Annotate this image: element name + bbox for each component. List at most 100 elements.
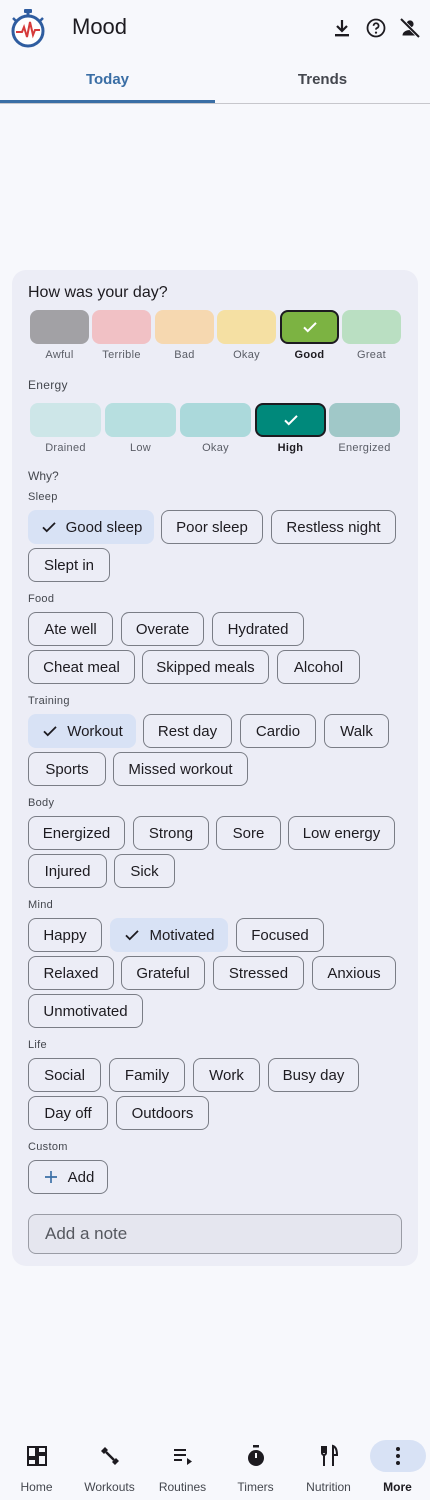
tab-bar: Today Trends	[0, 56, 430, 104]
energy-swatch-drained[interactable]	[30, 403, 101, 437]
chip-skipped-meals[interactable]: Skipped meals	[142, 650, 269, 684]
add-custom-button[interactable]: Add	[28, 1160, 108, 1194]
nav-routines[interactable]: Routines	[146, 1428, 219, 1500]
chip-slept-in[interactable]: Slept in	[28, 548, 110, 582]
mood-swatch-great[interactable]	[342, 310, 401, 344]
check-icon	[302, 322, 317, 333]
more-vert-icon	[396, 1447, 400, 1465]
group-title-training: Training	[28, 695, 70, 707]
tab-trends[interactable]: Trends	[215, 56, 430, 103]
energy-swatch-low[interactable]	[105, 403, 176, 437]
chip-sick[interactable]: Sick	[114, 854, 175, 888]
chip-busy-day[interactable]: Busy day	[268, 1058, 359, 1092]
chip-walk[interactable]: Walk	[324, 714, 389, 748]
dashboard-icon	[27, 1446, 47, 1466]
group-title-sleep: Sleep	[28, 491, 58, 503]
chip-good-sleep[interactable]: Good sleep	[28, 510, 154, 544]
nav-workouts[interactable]: Workouts	[73, 1428, 146, 1500]
chip-stressed[interactable]: Stressed	[213, 956, 304, 990]
nav-label: Routines	[158, 1480, 207, 1494]
energy-heading: Energy	[28, 378, 68, 392]
chip-motivated[interactable]: Motivated	[110, 918, 228, 952]
mood-swatch-terrible[interactable]	[92, 310, 151, 344]
group-title-custom: Custom	[28, 1141, 68, 1153]
download-icon[interactable]	[330, 16, 354, 40]
chip-family[interactable]: Family	[109, 1058, 185, 1092]
mood-question: How was your day?	[28, 284, 168, 301]
chip-focused[interactable]: Focused	[236, 918, 324, 952]
energy-label-energized: Energized	[338, 442, 391, 454]
mood-swatch-good[interactable]	[280, 310, 339, 344]
chip-work[interactable]: Work	[193, 1058, 260, 1092]
mood-label-terrible: Terrible	[102, 349, 141, 361]
nav-nutrition[interactable]: Nutrition	[292, 1428, 365, 1500]
chip-rest-day[interactable]: Rest day	[143, 714, 232, 748]
chip-hydrated[interactable]: Hydrated	[212, 612, 304, 646]
chip-day-off[interactable]: Day off	[28, 1096, 108, 1130]
chip-label: Motivated	[149, 926, 215, 944]
app-bar: Mood	[0, 0, 430, 56]
nav-label: More	[383, 1480, 412, 1494]
chip-outdoors[interactable]: Outdoors	[116, 1096, 209, 1130]
stopwatch-icon	[248, 1445, 264, 1466]
energy-label-low: Low	[129, 442, 152, 454]
chip-relaxed[interactable]: Relaxed	[28, 956, 114, 990]
chip-happy[interactable]: Happy	[28, 918, 102, 952]
chip-cheat-meal[interactable]: Cheat meal	[28, 650, 135, 684]
energy-label-drained: Drained	[45, 442, 86, 454]
chip-anxious[interactable]: Anxious	[312, 956, 396, 990]
plus-icon	[44, 1171, 57, 1183]
mood-label-great: Great	[356, 349, 386, 361]
note-field[interactable]: Add a note	[28, 1214, 402, 1254]
energy-swatch-high[interactable]	[255, 403, 326, 437]
chip-missed-workout[interactable]: Missed workout	[113, 752, 248, 786]
check-icon	[43, 726, 57, 737]
chip-label: Good sleep	[65, 518, 143, 536]
chip-sore[interactable]: Sore	[216, 816, 281, 850]
chip-restless-night[interactable]: Restless night	[271, 510, 396, 544]
nav-home[interactable]: Home	[0, 1428, 73, 1500]
chip-energized[interactable]: Energized	[28, 816, 125, 850]
nav-label: Timers	[237, 1480, 274, 1494]
energy-swatch-okay[interactable]	[180, 403, 251, 437]
chip-workout[interactable]: Workout	[28, 714, 136, 748]
page-title: Mood	[72, 14, 128, 39]
restaurant-icon	[321, 1444, 339, 1466]
check-icon	[41, 522, 56, 533]
chip-ate-well[interactable]: Ate well	[28, 612, 113, 646]
nav-label: Workouts	[84, 1480, 135, 1494]
chip-overate[interactable]: Overate	[121, 612, 204, 646]
stopwatch-heart-logo	[11, 9, 45, 48]
energy-swatch-energized[interactable]	[329, 403, 400, 437]
dumbbell-icon	[101, 1447, 119, 1465]
why-heading: Why?	[28, 469, 59, 483]
mood-swatch-bad[interactable]	[155, 310, 214, 344]
chip-alcohol[interactable]: Alcohol	[277, 650, 360, 684]
energy-label-okay: Okay	[202, 442, 229, 454]
nav-timers[interactable]: Timers	[219, 1428, 292, 1500]
chip-low-energy[interactable]: Low energy	[288, 816, 395, 850]
mood-label-awful: Awful	[45, 349, 74, 361]
chip-poor-sleep[interactable]: Poor sleep	[161, 510, 263, 544]
chip-grateful[interactable]: Grateful	[121, 956, 205, 990]
mood-swatch-okay[interactable]	[217, 310, 276, 344]
tab-indicator	[0, 100, 215, 103]
energy-label-high: High	[277, 442, 304, 454]
chip-sports[interactable]: Sports	[28, 752, 106, 786]
chip-unmotivated[interactable]: Unmotivated	[28, 994, 143, 1028]
bottom-navigation: Home Workouts Routines Timers Nutrition	[0, 1428, 430, 1500]
chip-cardio[interactable]: Cardio	[240, 714, 316, 748]
help-icon[interactable]	[364, 16, 388, 40]
nav-label: Nutrition	[306, 1480, 351, 1494]
account-off-icon[interactable]	[398, 16, 422, 40]
mood-swatch-awful[interactable]	[30, 310, 89, 344]
check-icon	[283, 415, 298, 426]
add-label: Add	[67, 1168, 95, 1186]
group-title-body: Body	[28, 797, 55, 809]
nav-more[interactable]: More	[361, 1428, 430, 1500]
chip-social[interactable]: Social	[28, 1058, 101, 1092]
group-title-food: Food	[28, 593, 55, 605]
tab-today[interactable]: Today	[0, 56, 215, 103]
chip-strong[interactable]: Strong	[133, 816, 209, 850]
chip-injured[interactable]: Injured	[28, 854, 107, 888]
